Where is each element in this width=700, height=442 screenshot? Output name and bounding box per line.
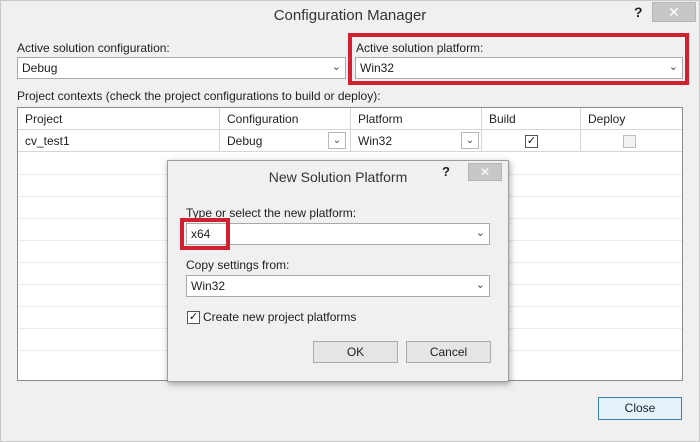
table-row[interactable]: cv_test1 [18,130,220,152]
help-icon[interactable]: ? [442,164,450,179]
column-header-project: Project [18,108,220,130]
chevron-down-icon: ⌄ [475,279,485,291]
cell-project: cv_test1 [25,134,70,148]
title-bar: Configuration Manager ? ✕ [1,1,699,33]
help-icon[interactable]: ? [634,4,643,20]
copy-settings-value: Win32 [191,279,226,293]
copy-settings-dropdown[interactable]: Win32 ⌄ [186,275,490,297]
active-config-value: Debug [22,61,58,75]
dialog-title: New Solution Platform [268,169,408,185]
platform-value-highlight-box [180,218,230,250]
close-icon[interactable]: ✕ [652,2,696,22]
copy-settings-label: Copy settings from: [186,258,290,272]
new-solution-platform-dialog: New Solution Platform ? ✕ Type or select… [167,160,509,382]
window-title: Configuration Manager [273,7,427,24]
close-button[interactable]: Close [598,397,682,420]
platform-highlight-box [348,33,689,85]
column-header-deploy: Deploy [581,108,682,130]
build-checkbox[interactable]: ✓ [525,135,538,148]
chevron-down-icon[interactable]: ⌄ [328,132,346,149]
project-contexts-label: Project contexts (check the project conf… [17,89,381,103]
chevron-down-icon[interactable]: ⌄ [476,226,485,239]
cancel-button[interactable]: Cancel [406,341,491,363]
column-header-configuration: Configuration [220,108,351,130]
cell-build: ✓ [482,130,581,152]
new-platform-input[interactable]: x64 ⌄ [186,223,490,245]
cell-platform-value: Win32 [358,134,393,148]
cell-platform[interactable]: Win32 ⌄ [351,130,482,152]
cell-deploy [581,130,682,152]
column-header-build: Build [482,108,581,130]
chevron-down-icon: ⌄ [331,61,341,73]
active-config-label: Active solution configuration: [17,41,170,55]
column-header-platform: Platform [351,108,482,130]
deploy-checkbox[interactable] [623,135,636,148]
cell-configuration-value: Debug [227,134,263,148]
close-icon[interactable]: ✕ [468,163,502,181]
cell-configuration[interactable]: Debug ⌄ [220,130,351,152]
active-config-dropdown[interactable]: Debug ⌄ [17,57,346,79]
create-platforms-checkbox[interactable]: ✓ [187,311,200,324]
create-platforms-label: Create new project platforms [203,310,357,324]
ok-button[interactable]: OK [313,341,398,363]
chevron-down-icon[interactable]: ⌄ [461,132,479,149]
